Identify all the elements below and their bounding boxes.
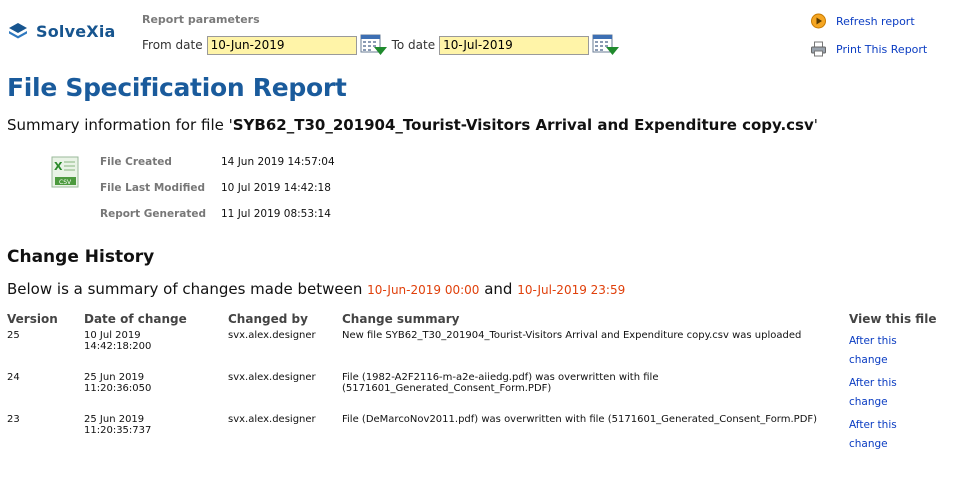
meta-key: File Created	[100, 156, 172, 168]
file-summary: Summary information for file 'SYB62_T30_…	[7, 116, 818, 134]
view-after-change-link[interactable]: After this	[849, 374, 949, 393]
view-after-change-link[interactable]: After this	[849, 416, 949, 435]
meta-value: 11 Jul 2019 08:53:14	[221, 208, 331, 220]
meta-row-modified: File Last Modified 10 Jul 2019 14:42:18	[100, 175, 335, 201]
refresh-report-label: Refresh report	[836, 14, 915, 28]
view-cell: After this change	[849, 414, 949, 456]
version-cell: 25	[7, 330, 20, 341]
report-actions: Refresh report Print This Report	[810, 11, 927, 67]
report-parameters-title: Report parameters	[142, 13, 260, 26]
meta-key: Report Generated	[100, 208, 207, 220]
summary-prefix: Summary information for file '	[7, 116, 233, 134]
change-date: 25 Jun 2019	[84, 372, 145, 383]
change-history-table: Version Date of change Changed by Change…	[7, 312, 949, 456]
meta-row-created: File Created 14 Jun 2019 14:57:04	[100, 149, 335, 175]
table-row: 24 25 Jun 2019 11:20:36:050 svx.alex.desi…	[7, 372, 949, 414]
column-header-date: Date of change	[84, 312, 187, 326]
view-cell: After this change	[849, 372, 949, 414]
range-and: and	[484, 280, 513, 298]
to-date-input[interactable]	[439, 35, 590, 55]
range-prefix: Below is a summary of changes made betwe…	[7, 280, 363, 298]
file-metadata: File Created 14 Jun 2019 14:57:04 File L…	[100, 149, 335, 227]
meta-value: 10 Jul 2019 14:42:18	[221, 182, 331, 194]
change-history-heading: Change History	[7, 247, 155, 267]
view-after-change-link[interactable]: change	[849, 393, 949, 412]
changed-by-cell: svx.alex.designer	[228, 330, 316, 341]
view-after-change-link[interactable]: change	[849, 435, 949, 454]
csv-file-icon: X CSV	[51, 156, 79, 188]
print-report-button[interactable]: Print This Report	[810, 39, 927, 59]
brand-name: SolveXia	[36, 21, 116, 41]
brand-logo: SolveXia	[8, 21, 116, 41]
meta-row-generated: Report Generated 11 Jul 2019 08:53:14	[100, 201, 335, 227]
meta-value: 14 Jun 2019 14:57:04	[221, 156, 335, 168]
change-time: 11:20:36:050	[84, 383, 152, 394]
range-to-date: 10-Jul-2019 23:59	[517, 283, 626, 297]
table-row: 23 25 Jun 2019 11:20:35:737 svx.alex.desi…	[7, 414, 949, 456]
table-header-row: Version Date of change Changed by Change…	[7, 312, 949, 330]
column-header-view: View this file	[849, 312, 937, 326]
changed-by-cell: svx.alex.designer	[228, 414, 316, 425]
range-from-date: 10-Jun-2019 00:00	[367, 283, 480, 297]
page-title: File Specification Report	[7, 73, 347, 102]
report-parameters: Report parameters From date To date	[142, 13, 624, 56]
summary-suffix: '	[813, 116, 818, 134]
from-date-label: From date	[142, 38, 203, 52]
from-date-input[interactable]	[206, 35, 357, 55]
svg-text:X: X	[54, 160, 63, 173]
change-time: 11:20:35:737	[84, 425, 152, 436]
change-date: 25 Jun 2019	[84, 414, 145, 425]
meta-key: File Last Modified	[100, 182, 206, 194]
date-cell: 25 Jun 2019 11:20:36:050	[84, 372, 228, 414]
summary-filename: SYB62_T30_201904_Tourist-Visitors Arriva…	[232, 116, 814, 134]
refresh-icon	[811, 13, 826, 29]
summary-cell: New file SYB62_T30_201904_Tourist-Visito…	[342, 330, 802, 341]
to-date-label: To date	[391, 38, 436, 52]
changed-by-cell: svx.alex.designer	[228, 372, 316, 383]
change-time: 14:42:18:200	[84, 341, 152, 352]
change-range-summary: Below is a summary of changes made betwe…	[7, 280, 625, 298]
table-row: 25 10 Jul 2019 14:42:18:200 svx.alex.desi…	[7, 330, 949, 372]
column-header-version: Version	[7, 312, 58, 326]
column-header-summary: Change summary	[342, 312, 460, 326]
date-cell: 25 Jun 2019 11:20:35:737	[84, 414, 228, 456]
change-date: 10 Jul 2019	[84, 330, 141, 341]
column-header-changed-by: Changed by	[228, 312, 308, 326]
refresh-report-button[interactable]: Refresh report	[810, 11, 927, 31]
view-after-change-link[interactable]: change	[849, 351, 949, 370]
version-cell: 24	[7, 372, 20, 383]
summary-cell: File (DeMarcoNov2011.pdf) was overwritte…	[342, 414, 818, 425]
date-cell: 10 Jul 2019 14:42:18:200	[84, 330, 228, 372]
solvexia-logo-icon	[9, 23, 27, 39]
version-cell: 23	[7, 414, 20, 425]
summary-cell: File (1982-A2F2116-m-a2e-aiiedg.pdf) was…	[342, 372, 659, 394]
to-date-calendar-icon[interactable]	[592, 34, 620, 56]
view-cell: After this change	[849, 330, 949, 372]
svg-text:CSV: CSV	[59, 179, 72, 186]
from-date-calendar-icon[interactable]	[360, 34, 388, 56]
printer-icon	[811, 41, 826, 57]
view-after-change-link[interactable]: After this	[849, 332, 949, 351]
print-report-label: Print This Report	[836, 42, 928, 56]
